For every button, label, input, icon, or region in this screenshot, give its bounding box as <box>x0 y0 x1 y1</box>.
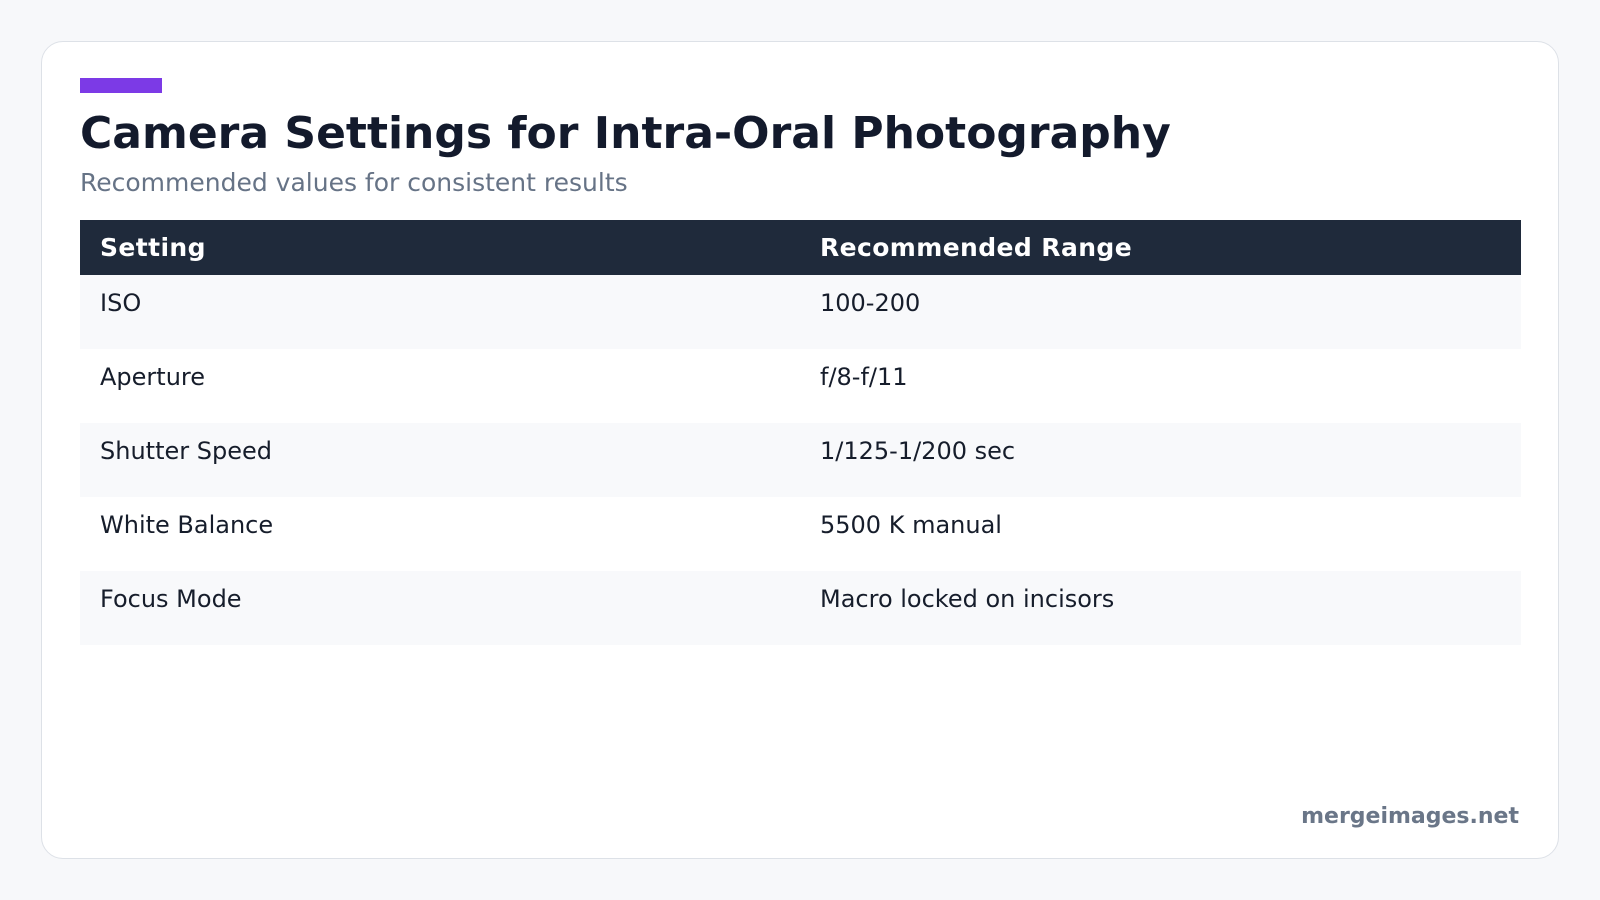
setting-cell: Aperture <box>80 349 800 423</box>
range-cell: f/8-f/11 <box>800 349 1521 423</box>
watermark-text: mergeimages.net <box>1301 804 1519 829</box>
table-row: Aperture f/8-f/11 <box>80 349 1521 423</box>
setting-cell: White Balance <box>80 497 800 571</box>
column-header-range: Recommended Range <box>800 220 1521 275</box>
table-header-row: Setting Recommended Range <box>80 220 1521 275</box>
settings-card: Camera Settings for Intra-Oral Photograp… <box>41 41 1559 859</box>
range-cell: Macro locked on incisors <box>800 571 1521 645</box>
table-row: ISO 100-200 <box>80 275 1521 349</box>
range-cell: 1/125-1/200 sec <box>800 423 1521 497</box>
setting-cell: ISO <box>80 275 800 349</box>
accent-bar <box>80 78 162 93</box>
setting-cell: Shutter Speed <box>80 423 800 497</box>
range-cell: 100-200 <box>800 275 1521 349</box>
table-row: Focus Mode Macro locked on incisors <box>80 571 1521 645</box>
page-subtitle: Recommended values for consistent result… <box>80 168 628 197</box>
table-row: White Balance 5500 K manual <box>80 497 1521 571</box>
column-header-setting: Setting <box>80 220 800 275</box>
table-row: Shutter Speed 1/125-1/200 sec <box>80 423 1521 497</box>
range-cell: 5500 K manual <box>800 497 1521 571</box>
page-title: Camera Settings for Intra-Oral Photograp… <box>80 108 1171 159</box>
settings-table: Setting Recommended Range ISO 100-200 Ap… <box>80 220 1521 645</box>
setting-cell: Focus Mode <box>80 571 800 645</box>
